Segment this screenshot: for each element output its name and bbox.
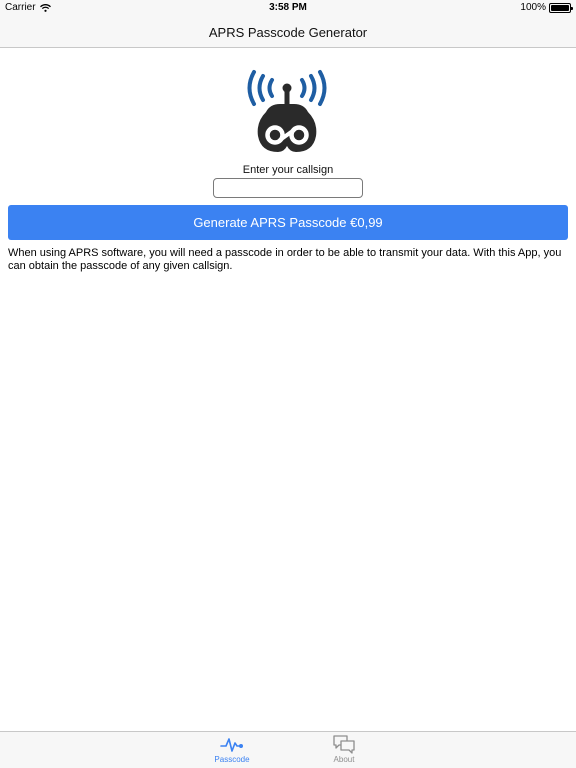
status-right: 100% [520, 2, 573, 13]
generate-passcode-button[interactable]: Generate APRS Passcode €0,99 [8, 205, 568, 240]
tab-bar: Passcode About [0, 731, 576, 768]
tab-passcode[interactable]: Passcode [202, 734, 262, 767]
battery-percent: 100% [520, 2, 546, 13]
wave-left-inner [267, 78, 274, 98]
battery-fill [551, 4, 569, 11]
battery-icon [549, 2, 573, 13]
wave-left-middle [257, 74, 265, 102]
tab-about-label: About [333, 755, 355, 764]
status-bar: Carrier 3:58 PM 100% [0, 0, 576, 16]
status-time: 3:58 PM [269, 2, 307, 13]
tab-about[interactable]: About [314, 734, 374, 767]
tab-passcode-label: Passcode [214, 755, 250, 764]
navigation-bar: APRS Passcode Generator [0, 16, 576, 48]
chat-bubbles-icon [333, 735, 355, 754]
radio-tower-logo-icon [247, 70, 327, 152]
pulse-icon [220, 738, 243, 752]
wave-right-inner [300, 78, 307, 98]
callsign-label: Enter your callsign [242, 164, 334, 176]
wave-left-outer [247, 70, 256, 106]
callsign-input[interactable] [213, 178, 363, 198]
page-title: APRS Passcode Generator [208, 25, 368, 40]
description-text: When using APRS software, you will need … [8, 247, 562, 272]
wave-right-middle [309, 74, 317, 102]
wave-right-outer [318, 70, 327, 106]
